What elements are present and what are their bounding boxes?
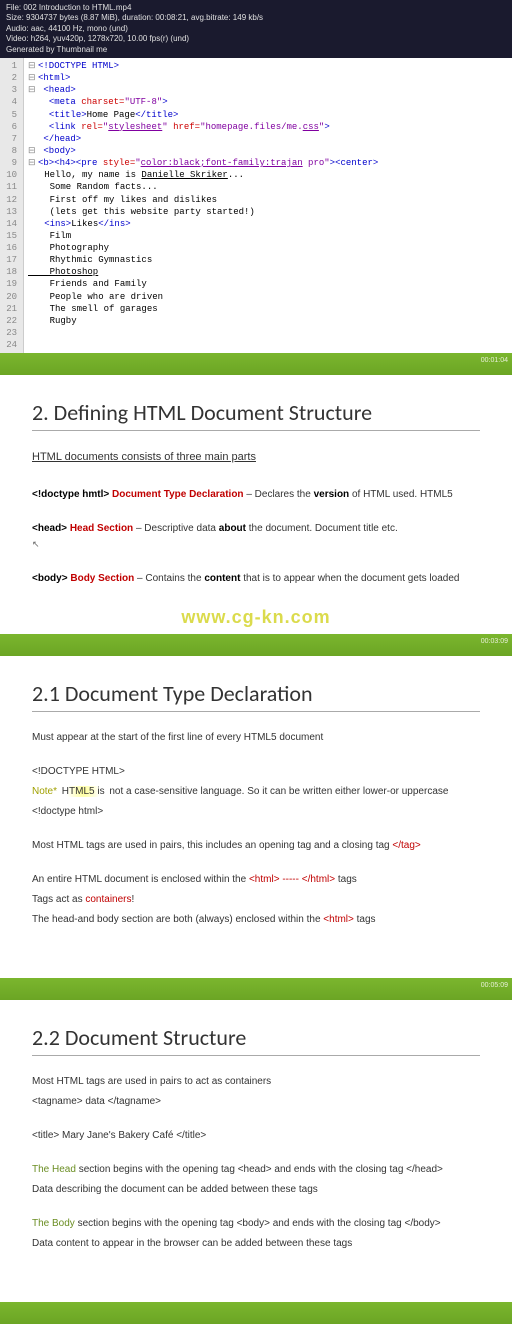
slide-structure: 2. Defining HTML Document Structure HTML…	[0, 375, 512, 637]
slide-text: Tags act as containers!	[32, 892, 480, 908]
slide-text: The Body section begins with the opening…	[32, 1216, 480, 1232]
slide-text: <!doctype html>	[32, 804, 480, 820]
watermark: www.cg-kn.com	[0, 607, 512, 628]
slide-text: An entire HTML document is enclosed with…	[32, 872, 480, 888]
slide-text: Data describing the document can be adde…	[32, 1182, 480, 1198]
line-gutter: 1 2 3 4 5 6 7 8 9 10 11 12 13 14 15 16 1…	[0, 58, 24, 353]
slide-text: The head-and body section are both (alwa…	[32, 912, 480, 928]
slide-title: 2. Defining HTML Document Structure	[32, 399, 480, 431]
media-audio: Audio: aac, 44100 Hz, mono (und)	[6, 24, 506, 34]
separator-band	[0, 1302, 512, 1324]
slide-text: The Head section begins with the opening…	[32, 1162, 480, 1178]
code-body: ⊟<!DOCTYPE HTML> ⊟<html> ⊟ <head> <meta …	[24, 58, 512, 353]
media-video: Video: h264, yuv420p, 1278x720, 10.00 fp…	[6, 34, 506, 44]
timestamp: 00:01:04	[481, 357, 508, 364]
separator-band: 00:03:09	[0, 634, 512, 656]
slide-title: 2.2 Document Structure	[32, 1024, 480, 1056]
timestamp: 00:05:09	[481, 982, 508, 989]
slide-doctype: 2.1 Document Type Declaration Must appea…	[0, 656, 512, 978]
slide-subtitle: HTML documents consists of three main pa…	[32, 451, 256, 463]
media-file: File: 002 Introduction to HTML.mp4	[6, 3, 506, 13]
cursor-icon: ↖	[32, 539, 40, 549]
slide-text: <!DOCTYPE HTML>	[32, 764, 480, 780]
code-editor: 1 2 3 4 5 6 7 8 9 10 11 12 13 14 15 16 1…	[0, 58, 512, 353]
slide-text: Most HTML tags are used in pairs, this i…	[32, 838, 480, 854]
media-generated: Generated by Thumbnail me	[6, 45, 506, 55]
slide-text: Note* HTML5 is not a case-sensitive lang…	[32, 784, 480, 800]
slide-text: Must appear at the start of the first li…	[32, 730, 480, 746]
slide-title: 2.1 Document Type Declaration	[32, 680, 480, 712]
timestamp: 00:03:09	[481, 638, 508, 645]
slide-docstruct: 2.2 Document Structure Most HTML tags ar…	[0, 1000, 512, 1302]
slide-row: <head> Head Section – Descriptive data a…	[32, 521, 480, 553]
slide-text: <tagname> data </tagname>	[32, 1094, 480, 1110]
media-info-panel: File: 002 Introduction to HTML.mp4 Size:…	[0, 0, 512, 58]
separator-band: 00:01:04	[0, 353, 512, 375]
slide-text: <title> Mary Jane's Bakery Café </title>	[32, 1128, 480, 1144]
slide-text: Data content to appear in the browser ca…	[32, 1236, 480, 1252]
separator-band: 00:05:09	[0, 978, 512, 1000]
slide-text: Most HTML tags are used in pairs to act …	[32, 1074, 480, 1090]
slide-row: <body> Body Section – Contains the conte…	[32, 571, 480, 587]
media-size: Size: 9304737 bytes (8.87 MiB), duration…	[6, 13, 506, 23]
slide-row: <!doctype hmtl> Document Type Declaratio…	[32, 487, 480, 503]
